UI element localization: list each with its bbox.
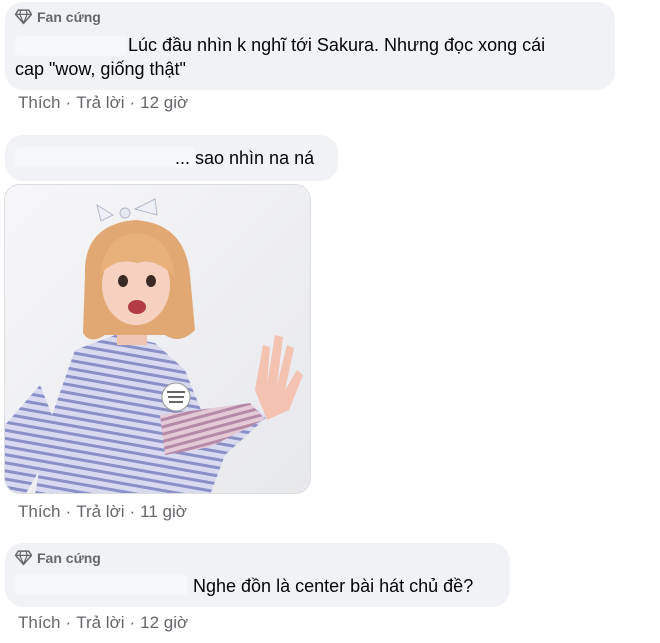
like-button[interactable]: Thích xyxy=(18,93,61,113)
redacted-username[interactable] xyxy=(15,575,187,595)
fan-badge-label: Fan cứng xyxy=(37,549,101,566)
comment-text: ... sao nhìn na ná xyxy=(175,148,315,168)
comment-bubble-2: ... sao nhìn na ná xyxy=(5,135,338,181)
comment-text: Nghe đồn là center bài hát chủ đề? xyxy=(193,576,474,596)
diamond-icon xyxy=(15,9,32,25)
comment-bubble-3: Fan cứng Nghe đồn là center bài hát chủ … xyxy=(5,543,510,607)
timestamp[interactable]: 12 giờ xyxy=(140,613,188,633)
separator: · xyxy=(129,502,136,521)
separator: · xyxy=(129,613,136,632)
like-button[interactable]: Thích xyxy=(18,502,61,522)
reply-button[interactable]: Trả lời xyxy=(76,93,124,113)
like-button[interactable]: Thích xyxy=(18,613,61,633)
comment-photo[interactable] xyxy=(4,184,311,494)
separator: · xyxy=(65,502,72,521)
reply-button[interactable]: Trả lời xyxy=(76,502,124,522)
comment-actions-1: Thích · Trả lời · 12 giờ xyxy=(18,93,188,113)
reply-button[interactable]: Trả lời xyxy=(76,613,124,633)
timestamp[interactable]: 11 giờ xyxy=(140,502,187,522)
comment-actions-3: Thích · Trả lời · 12 giờ xyxy=(18,613,188,633)
photo-of-girl-surprised xyxy=(5,185,310,493)
redacted-username[interactable] xyxy=(15,36,127,56)
separator: · xyxy=(65,613,72,632)
comment-actions-2: Thích · Trả lời · 11 giờ xyxy=(18,502,187,522)
diamond-icon xyxy=(15,550,32,566)
fan-badge-label: Fan cứng xyxy=(37,8,101,25)
fan-badge[interactable]: Fan cứng xyxy=(15,549,101,566)
timestamp[interactable]: 12 giờ xyxy=(140,93,188,113)
comment-text-line-1: Lúc đầu nhìn k nghĩ tới Sakura. Nhưng đọ… xyxy=(128,35,546,55)
separator: · xyxy=(129,93,136,112)
fan-badge[interactable]: Fan cứng xyxy=(15,8,101,25)
comment-bubble-1: Fan cứng Lúc đầu nhìn k nghĩ tới Sakura.… xyxy=(5,2,615,90)
redacted-username[interactable] xyxy=(15,147,195,167)
comment-text-line-2: cap "wow, giống thật" xyxy=(15,59,186,79)
separator: · xyxy=(65,93,72,112)
